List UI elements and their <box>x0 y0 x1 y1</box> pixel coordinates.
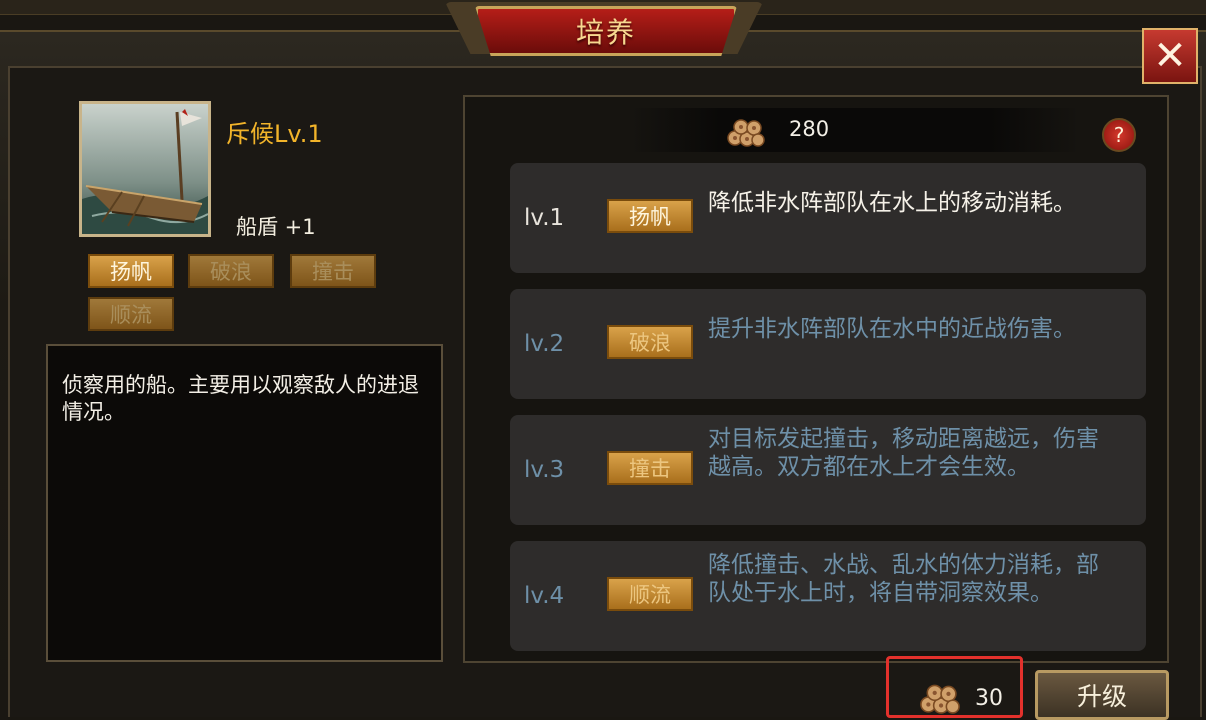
upgrade-button[interactable]: 升级 <box>1035 670 1169 720</box>
level-card-4: lv.4 顺流 降低撞击、水战、乱水的体力消耗，部队处于水上时，将自带洞察效果。 <box>510 541 1146 651</box>
resource-amount: 280 <box>789 117 830 141</box>
level-label: lv.1 <box>524 205 565 231</box>
level-skill-tag[interactable]: 扬帆 <box>607 199 693 233</box>
level-skill-tag[interactable]: 撞击 <box>607 451 693 485</box>
upgrade-label: 升级 <box>1076 682 1127 711</box>
close-button[interactable]: ✕ <box>1142 28 1198 84</box>
level-description: 对目标发起撞击，移动距离越远，伤害越高。双方都在水上才会生效。 <box>708 426 1099 480</box>
skill-tag-1[interactable]: 扬帆 <box>88 254 174 288</box>
level-card-2: lv.2 破浪 提升非水阵部队在水中的近战伤害。 <box>510 289 1146 399</box>
level-description: 降低撞击、水战、乱水的体力消耗，部队处于水上时，将自带洞察效果。 <box>708 552 1099 606</box>
unit-portrait <box>79 101 211 237</box>
skill-tag-4[interactable]: 顺流 <box>88 297 174 331</box>
level-skill-tag[interactable]: 顺流 <box>607 577 693 611</box>
wood-icon <box>727 119 765 147</box>
level-label: lv.2 <box>524 331 565 357</box>
upgrade-cost: 30 <box>975 686 1003 711</box>
wood-icon <box>920 684 960 714</box>
help-button[interactable]: ? <box>1102 118 1136 152</box>
level-description: 降低非水阵部队在水上的移动消耗。 <box>708 190 1076 216</box>
unit-stat: 船盾 +1 <box>236 215 316 239</box>
level-card-1: lv.1 扬帆 降低非水阵部队在水上的移动消耗。 <box>510 163 1146 273</box>
level-skill-tag[interactable]: 破浪 <box>607 325 693 359</box>
unit-description: 侦察用的船。主要用以观察敌人的进退情况。 <box>62 373 419 424</box>
description-box: 侦察用的船。主要用以观察敌人的进退情况。 <box>46 344 443 662</box>
skill-tag-3[interactable]: 撞击 <box>290 254 376 288</box>
level-label: lv.4 <box>524 583 565 609</box>
level-label: lv.3 <box>524 457 565 483</box>
title-banner: 培养 <box>475 6 737 56</box>
resource-bar <box>630 108 1080 152</box>
page-title: 培养 <box>575 16 636 49</box>
unit-name: 斥候Lv.1 <box>226 120 323 148</box>
level-description: 提升非水阵部队在水中的近战伤害。 <box>708 316 1076 342</box>
close-icon: ✕ <box>1153 33 1187 79</box>
skill-tag-2[interactable]: 破浪 <box>188 254 274 288</box>
level-card-3: lv.3 撞击 对目标发起撞击，移动距离越远，伤害越高。双方都在水上才会生效。 <box>510 415 1146 525</box>
help-icon: ? <box>1113 123 1125 147</box>
